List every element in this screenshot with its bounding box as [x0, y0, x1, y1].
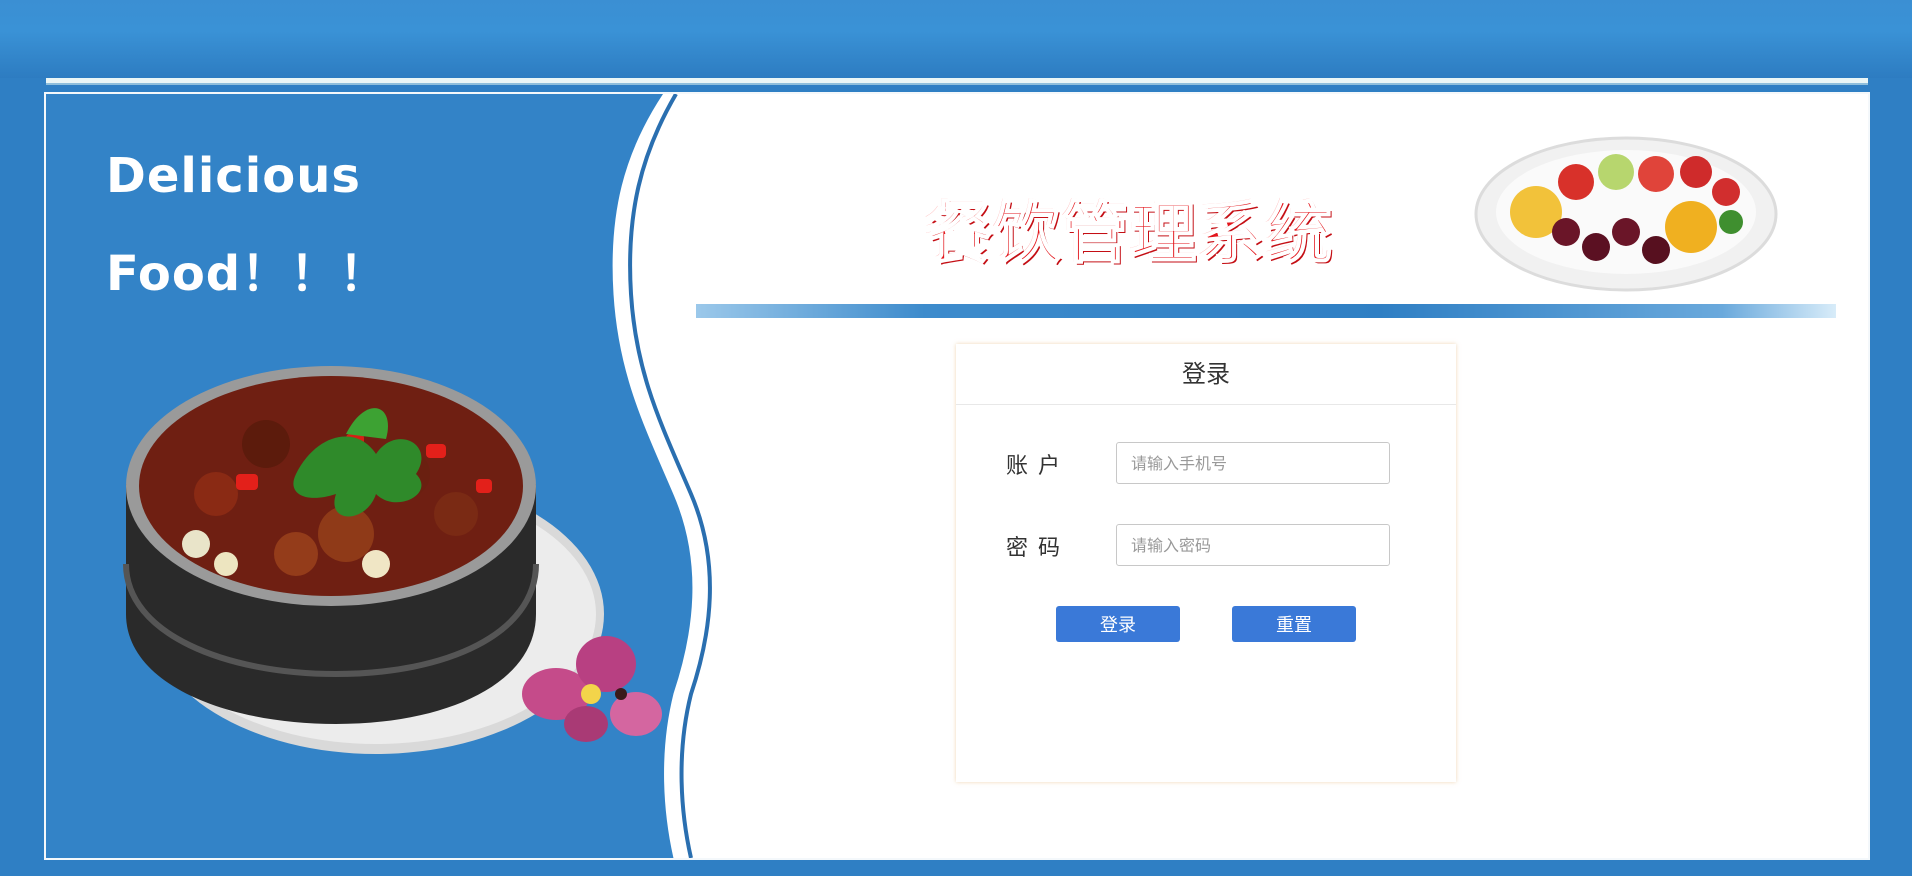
main-frame: Delicious Food！！！ 餐饮管理系统 登录 账户 密码 登录 重置 — [44, 92, 1870, 860]
login-title: 登录 — [956, 344, 1456, 405]
account-row: 账户 — [956, 442, 1456, 486]
slogan-line-1: Delicious — [106, 148, 361, 204]
header-divider-bar — [696, 304, 1836, 318]
password-label: 密码 — [1006, 536, 1071, 561]
fruit-plate-image — [1474, 136, 1778, 292]
top-divider — [46, 78, 1868, 85]
top-band — [0, 0, 1912, 78]
system-title: 餐饮管理系统 — [925, 193, 1334, 273]
slogan-line-2: Food！！！ — [106, 246, 389, 302]
login-button[interactable]: 登录 — [1056, 606, 1180, 642]
left-banner: Delicious Food！！！ — [46, 94, 746, 858]
login-card: 登录 账户 密码 登录 重置 — [956, 344, 1456, 782]
password-row: 密码 — [956, 524, 1456, 568]
reset-button[interactable]: 重置 — [1232, 606, 1356, 642]
account-label: 账户 — [1006, 454, 1071, 479]
password-input[interactable] — [1116, 524, 1390, 566]
account-input[interactable] — [1116, 442, 1390, 484]
blue-wave-background — [46, 94, 712, 858]
